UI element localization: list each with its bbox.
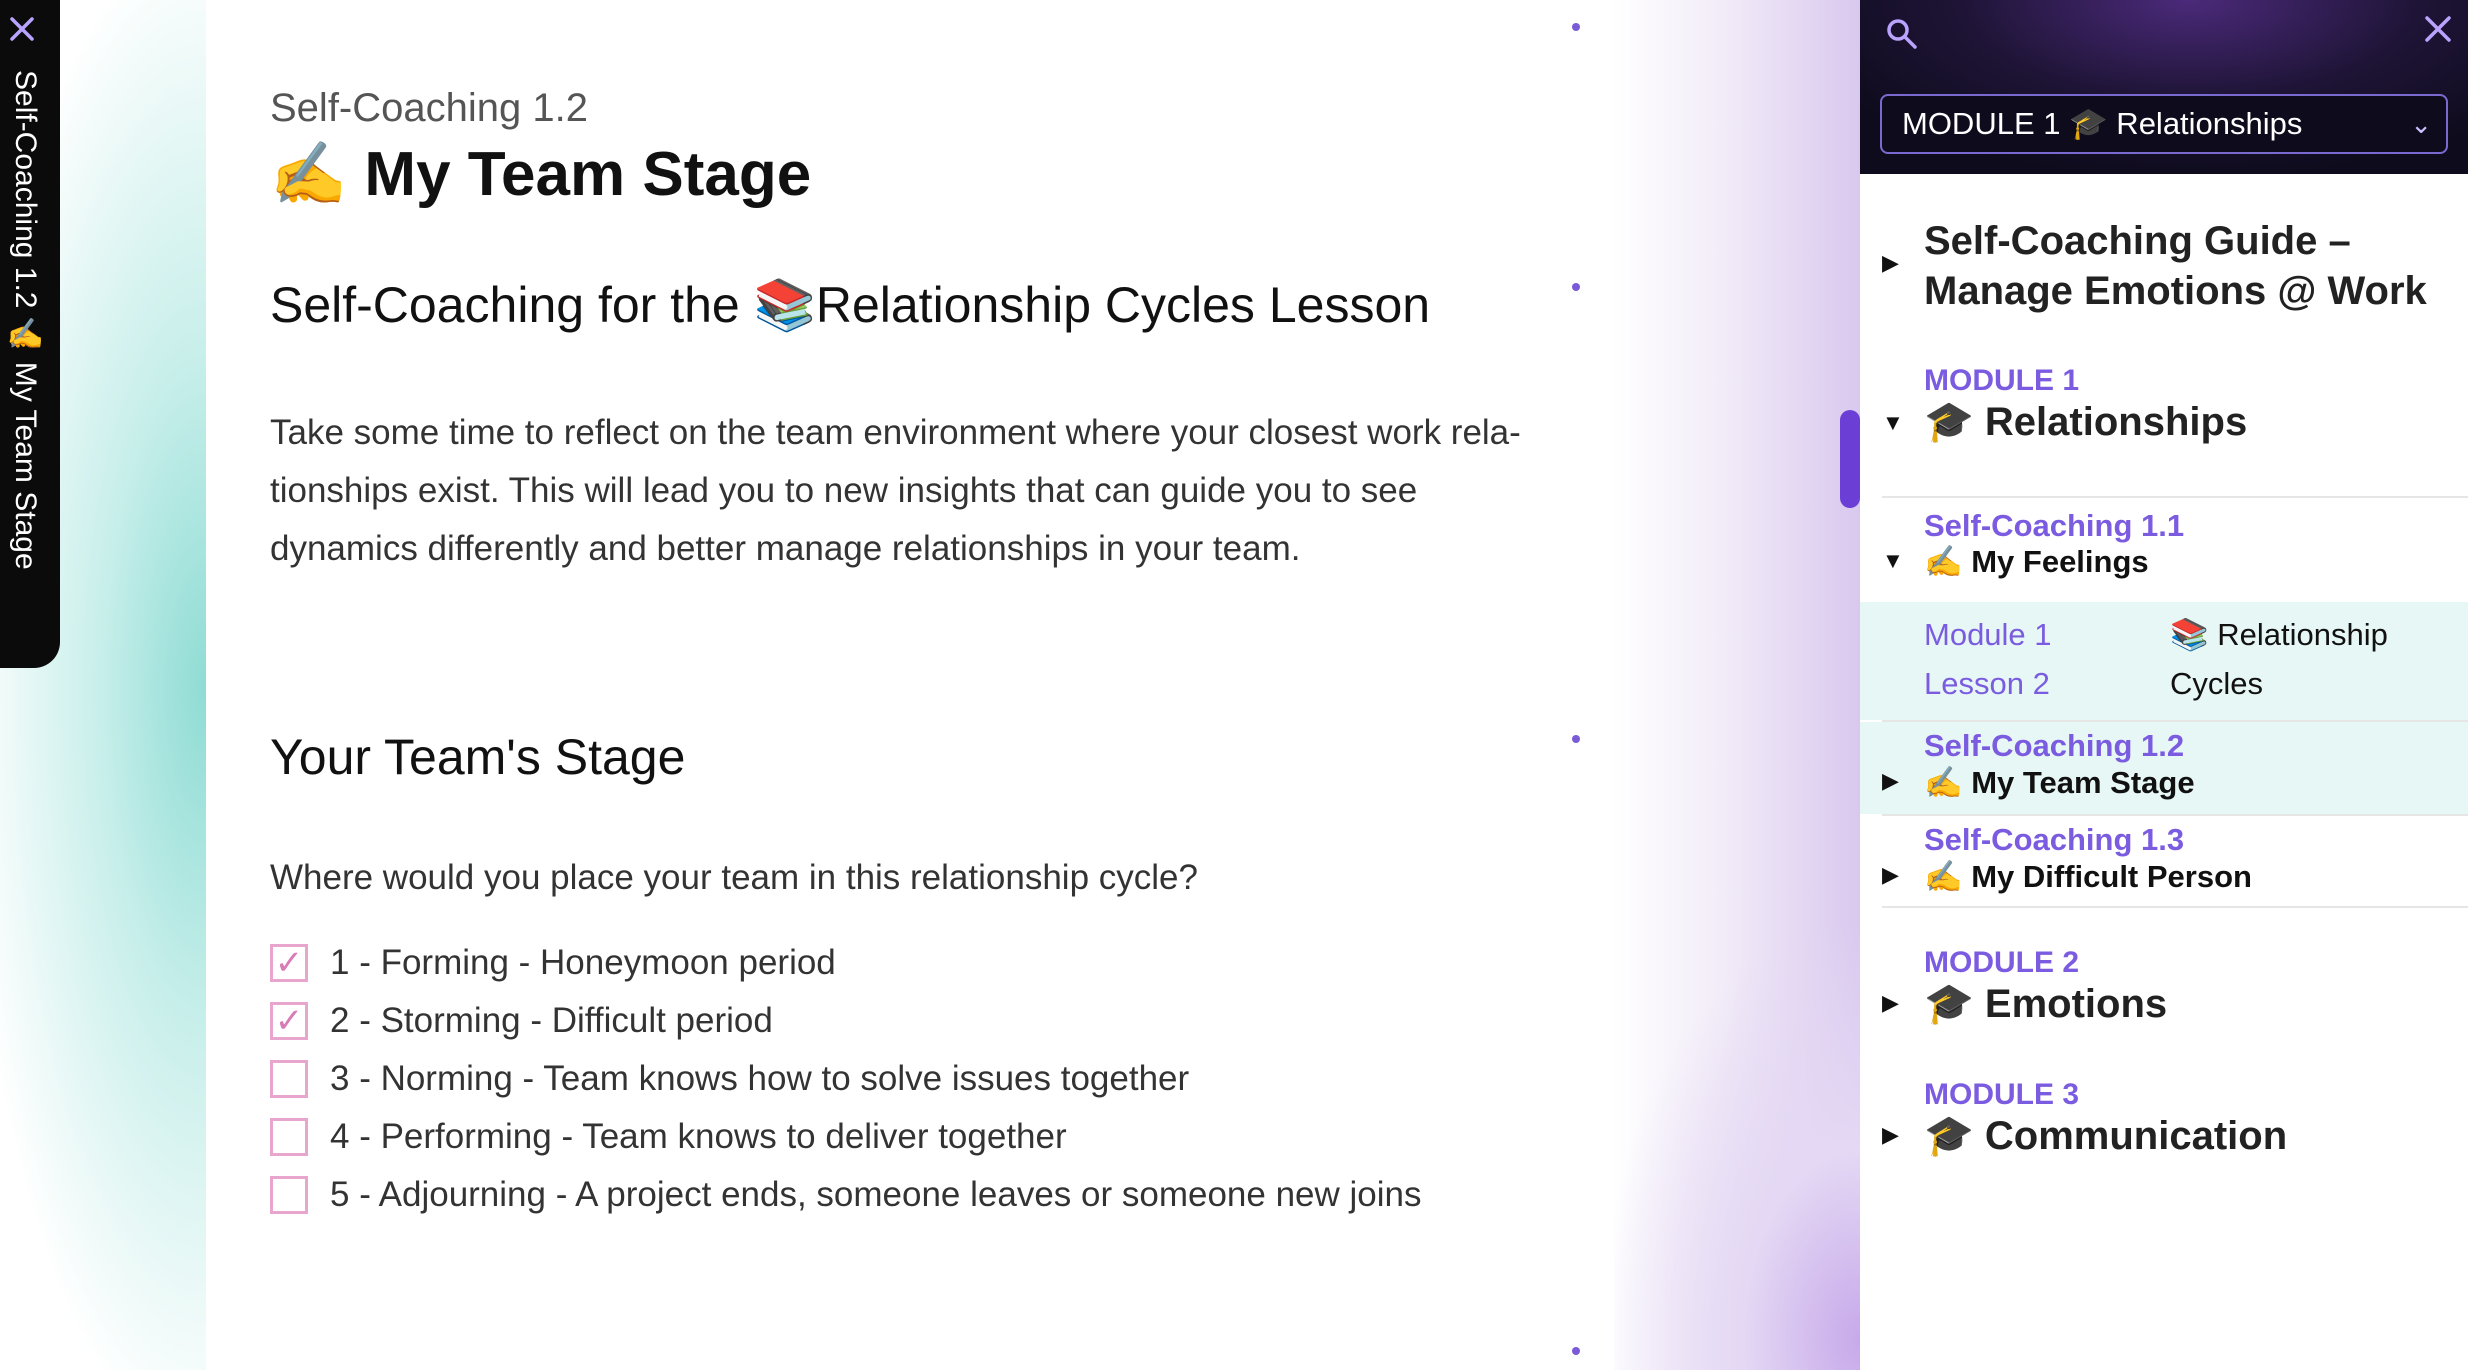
nav-module-2[interactable]: MODULE 2 ▶ 🎓 Emotions: [1860, 946, 2468, 1036]
checkbox[interactable]: [270, 1118, 308, 1156]
module-select-value: MODULE 1 🎓 Relationships: [1902, 106, 2303, 141]
module-select[interactable]: MODULE 1 🎓 Relationships ⌄: [1880, 94, 2448, 154]
stage-option[interactable]: 3 - Norming - Team knows how to solve is…: [270, 1050, 1421, 1108]
stage-heading: Your Team's Stage: [270, 729, 686, 785]
lesson-module: Module 1 Lesson 2: [1924, 610, 2052, 708]
guide-title: Self-Coaching Guide – Manage Emotions @ …: [1924, 219, 2427, 313]
checkbox[interactable]: [270, 1060, 308, 1098]
chevron-down-icon: ⌄: [2410, 109, 2432, 139]
module-label: MODULE 1: [1924, 364, 2080, 397]
section-dot: [1572, 283, 1580, 291]
self-coaching-title: ✍️ My Difficult Person: [1924, 859, 2252, 894]
triangle-right-icon: ▶: [1882, 862, 1899, 887]
module-label: MODULE 2: [1924, 946, 2080, 979]
intro-paragraph: Take some time to reflect on the team en…: [270, 413, 1521, 568]
self-coaching-label: Self-Coaching 1.1: [1924, 508, 2185, 543]
section-dot: [1572, 23, 1580, 31]
scrollbar-thumb[interactable]: [1840, 410, 1860, 508]
self-coaching-title: ✍️ My Team Stage: [1924, 765, 2195, 800]
lesson-title-line: 📚 Relationship: [2170, 617, 2388, 652]
divider: [1882, 814, 2468, 816]
background-purple-glow-bottom: [1610, 820, 1860, 1370]
vertical-page-tab[interactable]: Self-Coaching 1.2 ✍️ My Team Stage: [0, 0, 60, 668]
module-title: 🎓 Relationships: [1924, 400, 2248, 444]
triangle-right-icon: ▶: [1882, 250, 1899, 275]
sidebar-header: MODULE 1 🎓 Relationships ⌄: [1860, 0, 2468, 174]
lesson-heading: Self-Coaching for the 📚Relationship Cycl…: [270, 277, 1431, 333]
checkbox[interactable]: ✓: [270, 944, 308, 982]
self-coaching-label: Self-Coaching 1.2: [1924, 728, 2185, 763]
lesson-module-line: Module 1: [1924, 617, 2052, 652]
nav-module-3[interactable]: MODULE 3 ▶ 🎓 Communication: [1860, 1078, 2468, 1168]
stage-option[interactable]: 4 - Performing - Team knows to deliver t…: [270, 1108, 1421, 1166]
divider: [1882, 906, 2468, 908]
nav-self-coaching-1-1[interactable]: Self-Coaching 1.1 ▼ ✍️ My Feelings: [1860, 506, 2468, 586]
option-label: 5 - Adjourning - A project ends, someone…: [330, 1175, 1422, 1214]
search-icon[interactable]: [1884, 16, 1920, 52]
stage-option[interactable]: ✓ 1 - Forming - Honeymoon period: [270, 934, 1421, 992]
module-title: 🎓 Emotions: [1924, 982, 2168, 1026]
divider: [1882, 496, 2468, 498]
lesson-title-line: Cycles: [2170, 666, 2264, 701]
lesson-title: 📚 Relationship Cycles: [2170, 610, 2388, 708]
option-label: 3 - Norming - Team knows how to solve is…: [330, 1059, 1190, 1098]
nav-guide[interactable]: ▶ Self-Coaching Guide – Manage Emotions …: [1860, 212, 2468, 322]
triangle-right-icon: ▶: [1882, 1122, 1899, 1147]
self-coaching-title: ✍️ My Feelings: [1924, 544, 2149, 579]
triangle-right-icon: ▶: [1882, 768, 1899, 793]
option-label: 4 - Performing - Team knows to deliver t…: [330, 1117, 1067, 1156]
page-kicker: Self-Coaching 1.2: [270, 86, 588, 130]
option-label: 1 - Forming - Honeymoon period: [330, 943, 836, 982]
checkbox[interactable]: [270, 1176, 308, 1214]
triangle-down-icon: ▼: [1882, 548, 1904, 573]
close-icon[interactable]: [7, 14, 37, 44]
triangle-right-icon: ▶: [1882, 990, 1899, 1015]
stage-option[interactable]: 5 - Adjourning - A project ends, someone…: [270, 1166, 1421, 1224]
nav-self-coaching-1-2[interactable]: Self-Coaching 1.2 ▶ ✍️ My Team Stage: [1860, 722, 2468, 814]
module-label: MODULE 3: [1924, 1078, 2080, 1111]
sidebar: MODULE 1 🎓 Relationships ⌄ ▶ Self-Coachi…: [1840, 0, 2468, 1370]
nav-self-coaching-1-3[interactable]: Self-Coaching 1.3 ▶ ✍️ My Difficult Pers…: [1860, 818, 2468, 908]
stage-question: Where would you place your team in this …: [270, 858, 1198, 897]
page-title: ✍️ My Team Stage: [270, 140, 812, 209]
stage-option[interactable]: ✓ 2 - Storming - Difficult period: [270, 992, 1421, 1050]
vertical-tab-label: Self-Coaching 1.2 ✍️ My Team Stage: [9, 70, 42, 570]
section-dot: [1572, 1347, 1580, 1355]
stage-options: ✓ 1 - Forming - Honeymoon period ✓ 2 - S…: [270, 934, 1421, 1224]
self-coaching-label: Self-Coaching 1.3: [1924, 822, 2185, 857]
close-icon[interactable]: [2420, 12, 2456, 48]
nav-lesson-row[interactable]: Module 1 Lesson 2 📚 Relationship Cycles: [1860, 602, 2468, 720]
module-title: 🎓 Communication: [1924, 1114, 2288, 1158]
triangle-down-icon: ▼: [1882, 410, 1904, 435]
section-dot: [1572, 735, 1580, 743]
lesson-number-line: Lesson 2: [1924, 666, 2050, 701]
checkbox[interactable]: ✓: [270, 1002, 308, 1040]
nav-module-1[interactable]: MODULE 1 ▼ 🎓 Relationships: [1860, 362, 2468, 452]
option-label: 2 - Storming - Difficult period: [330, 1001, 773, 1040]
